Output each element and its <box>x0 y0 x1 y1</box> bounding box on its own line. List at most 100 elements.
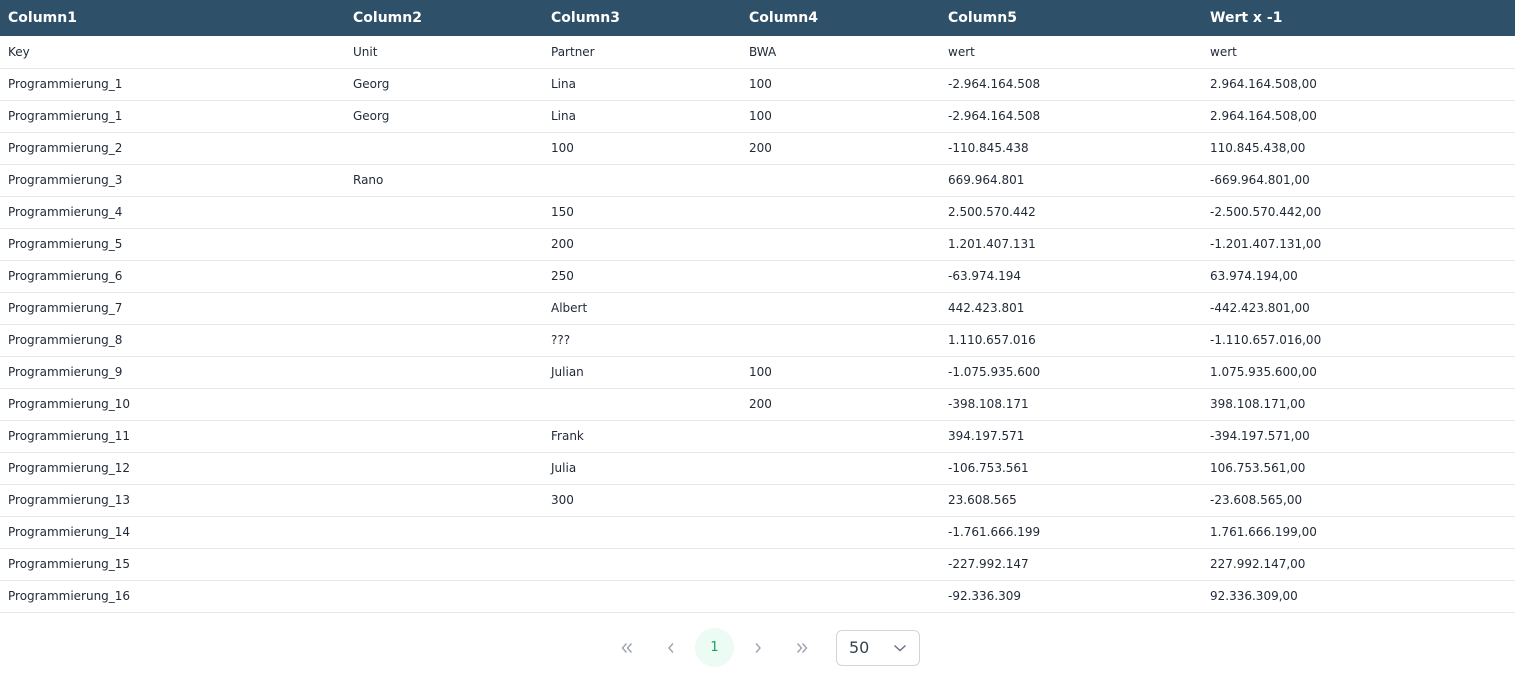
table-cell: 1.761.666.199,00 <box>1210 525 1317 539</box>
table-cell <box>741 548 940 580</box>
table-row[interactable]: Programmierung_1 Georg Lina 100 -2.964.1… <box>0 68 1515 100</box>
table-row[interactable]: Key Unit Partner BWA wert wert <box>0 36 1515 68</box>
table-cell <box>741 292 940 324</box>
table-row[interactable]: Programmierung_11 Frank 394.197.571 -394… <box>0 420 1515 452</box>
table-cell: wert <box>948 44 975 59</box>
column-header-3[interactable]: Column3 <box>543 0 741 36</box>
table-row[interactable]: Programmierung_3 Rano 669.964.801 -669.9… <box>0 164 1515 196</box>
table-cell <box>345 324 543 356</box>
table-row[interactable]: Programmierung_1 Georg Lina 100 -2.964.1… <box>0 100 1515 132</box>
table-cell: 398.108.171,00 <box>1210 397 1306 411</box>
table-cell: Rano <box>353 173 384 187</box>
table-cell: 100 <box>551 141 574 155</box>
table-cell: -106.753.561 <box>948 461 1029 475</box>
table-cell: Albert <box>551 301 588 315</box>
table-cell: 100 <box>749 77 772 91</box>
table-cell: 250 <box>551 269 574 283</box>
table-cell: BWA <box>749 44 777 59</box>
table-cell: Programmierung_14 <box>8 525 131 539</box>
table-cell: Programmierung_9 <box>8 365 123 379</box>
table-row[interactable]: Programmierung_2 100 200 -110.845.438 11… <box>0 132 1515 164</box>
table-cell: -63.974.194 <box>948 269 1022 283</box>
table-cell: Programmierung_5 <box>8 237 123 251</box>
current-page-button[interactable]: 1 <box>695 628 734 667</box>
table-cell: Programmierung_8 <box>8 333 123 347</box>
table-row[interactable]: Programmierung_16 -92.336.309 92.336.309… <box>0 580 1515 612</box>
table-row[interactable]: Programmierung_10 200 -398.108.171 398.1… <box>0 388 1515 420</box>
table-row[interactable]: Programmierung_5 200 1.201.407.131 -1.20… <box>0 228 1515 260</box>
last-page-button[interactable] <box>782 628 822 667</box>
table-cell: Julia <box>551 461 577 475</box>
table-row[interactable]: Programmierung_9 Julian 100 -1.075.935.6… <box>0 356 1515 388</box>
table-cell <box>741 452 940 484</box>
column-header-4[interactable]: Column4 <box>741 0 940 36</box>
table-cell <box>345 580 543 612</box>
table-cell: -669.964.801,00 <box>1210 173 1310 187</box>
table-cell <box>345 260 543 292</box>
table-cell: Programmierung_4 <box>8 205 123 219</box>
table-cell: 150 <box>551 205 574 219</box>
data-table: Column1 Column2 Column3 Column4 Column5 … <box>0 0 1515 613</box>
table-cell: -1.201.407.131,00 <box>1210 237 1322 251</box>
table-cell <box>543 388 741 420</box>
page-size-value: 50 <box>849 638 870 657</box>
table-cell: -23.608.565,00 <box>1210 493 1303 507</box>
first-page-button[interactable] <box>607 628 647 667</box>
table-cell <box>345 484 543 516</box>
table-header: Column1 Column2 Column3 Column4 Column5 … <box>0 0 1515 36</box>
table-cell: 227.992.147,00 <box>1210 557 1306 571</box>
pagination-bar: 1 50 <box>0 628 1515 667</box>
table-cell: 92.336.309,00 <box>1210 589 1298 603</box>
table-cell: Programmierung_1 <box>8 109 123 123</box>
table-row[interactable]: Programmierung_14 -1.761.666.199 1.761.6… <box>0 516 1515 548</box>
column-header-2[interactable]: Column2 <box>345 0 543 36</box>
table-cell <box>543 548 741 580</box>
column-header-5[interactable]: Column5 <box>940 0 1202 36</box>
table-cell: 1.110.657.016 <box>948 333 1036 347</box>
table-cell: -227.992.147 <box>948 557 1029 571</box>
table-row[interactable]: Programmierung_7 Albert 442.423.801 -442… <box>0 292 1515 324</box>
table-cell: Programmierung_3 <box>8 173 123 187</box>
table-cell <box>345 132 543 164</box>
table-cell: 63.974.194,00 <box>1210 269 1298 283</box>
table-row[interactable]: Programmierung_15 -227.992.147 227.992.1… <box>0 548 1515 580</box>
page-size-select[interactable]: 50 <box>836 629 920 666</box>
data-table-container: Column1 Column2 Column3 Column4 Column5 … <box>0 0 1515 613</box>
table-cell: Programmierung_11 <box>8 429 131 443</box>
column-header-wert-x-minus-1[interactable]: Wert x -1 <box>1202 0 1515 36</box>
table-cell: Programmierung_6 <box>8 269 123 283</box>
table-cell: Programmierung_2 <box>8 141 123 155</box>
table-cell: Georg <box>353 109 390 123</box>
table-cell <box>345 548 543 580</box>
table-cell: ??? <box>551 333 571 347</box>
table-cell: Partner <box>551 44 595 59</box>
table-cell <box>543 516 741 548</box>
table-cell <box>345 388 543 420</box>
table-cell: Key <box>8 44 30 59</box>
table-cell: -442.423.801,00 <box>1210 301 1310 315</box>
table-cell: 100 <box>749 109 772 123</box>
table-cell: 1.075.935.600,00 <box>1210 365 1317 379</box>
table-row[interactable]: Programmierung_12 Julia -106.753.561 106… <box>0 452 1515 484</box>
table-row[interactable]: Programmierung_8 ??? 1.110.657.016 -1.11… <box>0 324 1515 356</box>
next-page-button[interactable] <box>738 628 778 667</box>
table-cell <box>741 260 940 292</box>
previous-page-button[interactable] <box>651 628 691 667</box>
table-row[interactable]: Programmierung_6 250 -63.974.194 63.974.… <box>0 260 1515 292</box>
header-row: Column1 Column2 Column3 Column4 Column5 … <box>0 0 1515 36</box>
table-row[interactable]: Programmierung_4 150 2.500.570.442 -2.50… <box>0 196 1515 228</box>
table-cell <box>345 292 543 324</box>
column-header-1[interactable]: Column1 <box>0 0 345 36</box>
table-cell <box>741 164 940 196</box>
table-cell: 2.964.164.508,00 <box>1210 109 1317 123</box>
table-cell <box>345 356 543 388</box>
table-row[interactable]: Programmierung_13 300 23.608.565 -23.608… <box>0 484 1515 516</box>
table-body: Key Unit Partner BWA wert wert Programmi… <box>0 36 1515 612</box>
table-cell: Programmierung_13 <box>8 493 131 507</box>
table-cell: -1.761.666.199 <box>948 525 1041 539</box>
table-cell <box>345 196 543 228</box>
table-cell: 669.964.801 <box>948 173 1025 187</box>
table-cell <box>543 164 741 196</box>
table-cell: Lina <box>551 109 576 123</box>
table-cell: Julian <box>551 365 584 379</box>
